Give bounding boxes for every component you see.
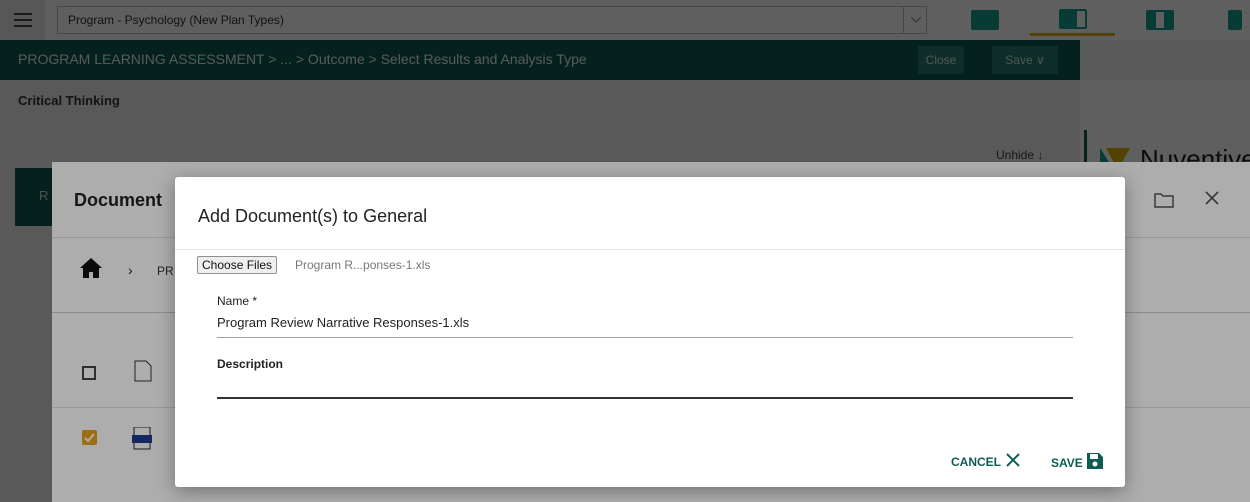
chosen-file-name: Program R...ponses-1.xls <box>295 258 431 272</box>
floppy-disk-icon <box>1086 452 1104 473</box>
name-field[interactable]: Program Review Narrative Responses-1.xls <box>217 315 469 330</box>
dialog-title: Add Document(s) to General <box>198 206 428 226</box>
save-button[interactable]: SAVE <box>1051 452 1104 473</box>
cancel-button[interactable]: CANCEL <box>951 452 1021 471</box>
cancel-label: CANCEL <box>951 454 1001 469</box>
description-field[interactable] <box>217 373 1073 395</box>
add-document-dialog: Add Document(s) to General Choose Files … <box>175 177 1125 487</box>
description-label: Description <box>217 357 284 371</box>
choose-files-button[interactable]: Choose Files <box>197 256 278 274</box>
divider <box>175 249 1125 250</box>
close-icon <box>1005 452 1021 471</box>
save-label: SAVE <box>1051 455 1083 470</box>
description-field-underline <box>217 397 1073 399</box>
name-label: Name * <box>217 294 258 308</box>
name-field-underline <box>217 337 1073 338</box>
